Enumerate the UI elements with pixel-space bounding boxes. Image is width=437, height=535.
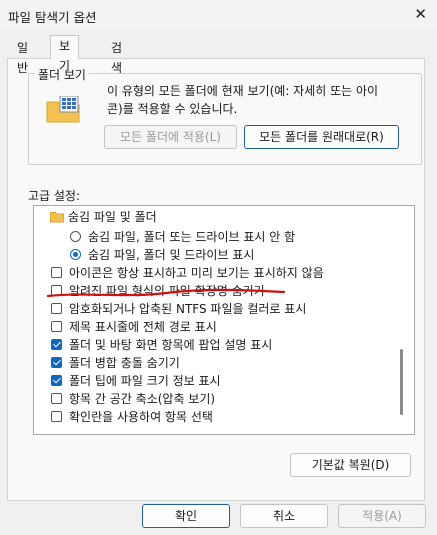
radio-button-selected[interactable] bbox=[70, 249, 81, 260]
list-item-label: 제목 표시줄에 전체 경로 표시 bbox=[69, 320, 217, 334]
list-item-label: 숨김 파일, 폴더 또는 드라이브 표시 안 함 bbox=[88, 230, 296, 244]
scrollbar-thumb[interactable] bbox=[400, 349, 403, 415]
list-item-label: 아이콘은 항상 표시하고 미리 보기는 표시하지 않음 bbox=[69, 266, 324, 280]
checkbox[interactable] bbox=[51, 285, 62, 296]
list-item-label: 알려진 파일 형식의 파일 확장명 숨기기 bbox=[69, 284, 265, 298]
list-item-label: 폴더 병합 충돌 숨기기 bbox=[69, 356, 180, 370]
folder-view-icon bbox=[46, 96, 80, 123]
checkbox-checked[interactable] bbox=[51, 375, 62, 386]
checkbox[interactable] bbox=[51, 411, 62, 422]
tab-search[interactable]: 검색 bbox=[102, 37, 131, 75]
tab-view[interactable]: 보기 bbox=[50, 35, 80, 73]
ok-button[interactable]: 확인 bbox=[142, 504, 230, 528]
list-item-label: 숨김 파일 및 폴더 bbox=[68, 210, 157, 224]
list-item-label: 암호화되거나 압축된 NTFS 파일을 컬러로 표시 bbox=[69, 302, 307, 316]
list-item-label: 폴더 및 바탕 화면 항목에 팝업 설명 표시 bbox=[69, 338, 273, 352]
tab-general[interactable]: 일반 bbox=[8, 37, 37, 75]
folder-view-description-line1: 이 유형의 모든 폴더에 현재 보기(예: 자세히 또는 아이 bbox=[107, 84, 379, 98]
apply-button[interactable]: 적용(A) bbox=[338, 504, 426, 528]
list-item-label: 숨김 파일, 폴더 및 드라이브 표시 bbox=[88, 248, 255, 262]
radio-button[interactable] bbox=[70, 231, 81, 242]
checkbox-checked[interactable] bbox=[51, 357, 62, 368]
apply-to-folders-button[interactable]: 모든 폴더에 적용(L) bbox=[104, 125, 237, 149]
close-icon[interactable]: ✕ bbox=[414, 5, 427, 23]
checkbox[interactable] bbox=[51, 393, 62, 404]
list-item-label: 확인란을 사용하여 항목 선택 bbox=[69, 410, 213, 424]
folder-view-description-line2: 콘)를 적용할 수 있습니다. bbox=[107, 102, 238, 116]
checkbox[interactable] bbox=[51, 303, 62, 314]
advanced-settings-label: 고급 설정: bbox=[28, 189, 81, 203]
window-title: 파일 탐색기 옵션 bbox=[8, 10, 97, 25]
list-item-label: 폴더 팁에 파일 크기 정보 표시 bbox=[69, 374, 221, 388]
title-bar: 파일 탐색기 옵션 ✕ bbox=[0, 0, 437, 30]
folder-icon bbox=[50, 212, 64, 223]
checkbox-checked[interactable] bbox=[51, 339, 62, 350]
checkbox[interactable] bbox=[51, 321, 62, 332]
folder-view-description: 이 유형의 모든 폴더에 현재 보기(예: 자세히 또는 아이 콘)를 적용할 … bbox=[107, 82, 407, 118]
list-item-label: 항목 간 공간 축소(압축 보기) bbox=[69, 392, 216, 406]
reset-folders-button[interactable]: 모든 폴더를 원래대로(R) bbox=[244, 125, 399, 149]
restore-defaults-button[interactable]: 기본값 복원(D) bbox=[290, 453, 411, 477]
cancel-button[interactable]: 취소 bbox=[240, 504, 328, 528]
checkbox[interactable] bbox=[51, 267, 62, 278]
